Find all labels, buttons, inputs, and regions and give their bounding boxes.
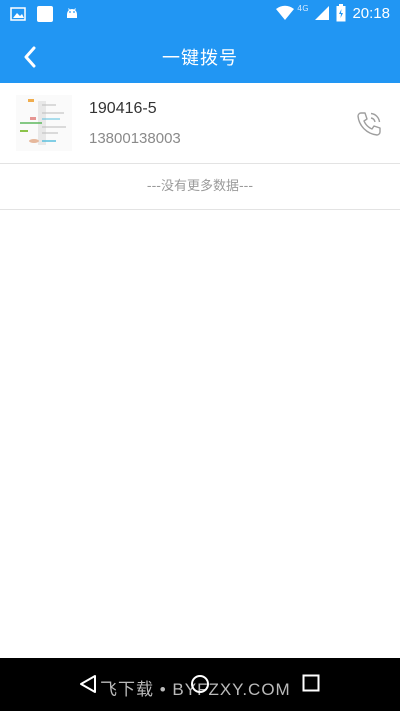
- status-left-icons: [10, 5, 80, 23]
- status-bar: 4G 20:18: [0, 0, 400, 30]
- page-title: 一键拨号: [162, 48, 238, 69]
- gallery-icon: [10, 7, 26, 21]
- app-square-icon: [37, 6, 53, 22]
- nav-back-icon[interactable]: [78, 674, 98, 694]
- contact-list: 190416-5 13800138003 ---没有更多数据---: [0, 83, 400, 210]
- android-icon: [67, 8, 77, 18]
- status-right-icons: 4G 20:18: [275, 4, 390, 22]
- no-more-data-label: ---没有更多数据---: [0, 164, 400, 210]
- nav-recent-icon[interactable]: [302, 674, 320, 692]
- battery-icon: [336, 4, 346, 22]
- app-header: 一键拨号: [0, 30, 400, 83]
- wifi-icon: [276, 5, 295, 21]
- contact-row[interactable]: 190416-5 13800138003: [0, 83, 400, 164]
- status-time: 20:18: [352, 4, 390, 22]
- navigation-bar: 飞下载 • BYFZXY.COM: [0, 658, 400, 711]
- contact-phone: 13800138003: [89, 130, 181, 147]
- nav-home-icon[interactable]: [190, 674, 210, 694]
- contact-name: 190416-5: [89, 100, 157, 117]
- phone-call-icon[interactable]: [354, 109, 384, 139]
- signal-icon: [315, 6, 330, 20]
- mindmap-thumbnail: [16, 95, 72, 151]
- network-type-label: 4G: [297, 3, 309, 13]
